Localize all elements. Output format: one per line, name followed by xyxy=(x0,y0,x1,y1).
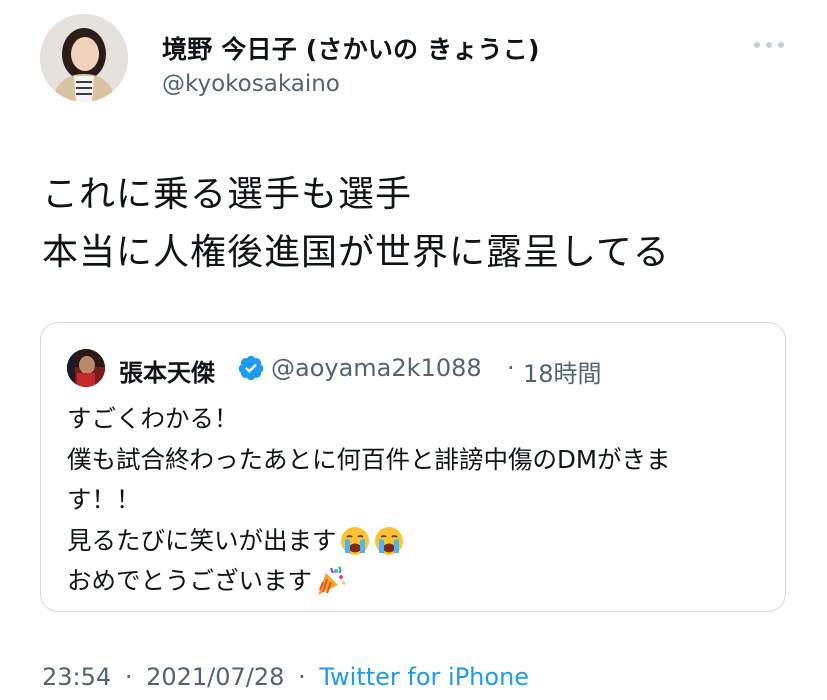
quoted-author-photo xyxy=(67,349,105,387)
quoted-line-text: す！！ xyxy=(67,485,141,514)
tweet-line: 本当に人権後進国が世界に露呈してる xyxy=(42,232,670,273)
quoted-line-text: すごくわかる！ xyxy=(67,404,239,433)
tweet-line: これに乗る選手も選手 xyxy=(42,174,413,215)
author-avatar[interactable] xyxy=(40,14,128,102)
quoted-line: す！！ xyxy=(67,480,671,521)
quoted-display-name[interactable]: 張本天傑 xyxy=(119,353,215,388)
party-popper-emoji xyxy=(318,566,346,596)
quoted-line-text: 見るたびに笑いが出ます xyxy=(67,525,337,555)
tweet-source-link[interactable]: Twitter for iPhone xyxy=(319,663,529,691)
quoted-handle[interactable]: @aoyama2k1088 xyxy=(271,354,482,382)
quoted-line-text: 僕も試合終わったあとに何百件と誹謗中傷のDMがきま xyxy=(67,444,671,474)
quoted-tweet-text: すごくわかる！ 僕も試合終わったあとに何百件と誹謗中傷のDMがきま す！！ 見る… xyxy=(67,399,671,602)
author-photo xyxy=(40,14,128,102)
quoted-timestamp[interactable]: 18時間 xyxy=(523,354,602,389)
tweet-time[interactable]: 23:54 xyxy=(42,663,111,691)
meta-separator: · xyxy=(507,354,515,382)
quoted-line: おめでとうございます xyxy=(67,561,671,602)
quoted-author-avatar[interactable] xyxy=(67,349,105,387)
quoted-tweet-card[interactable]: 張本天傑 @aoyama2k1088 · 18時間 すごくわかる！ 僕も試合終わ… xyxy=(40,322,786,612)
author-handle[interactable]: @kyokosakaino xyxy=(162,71,340,97)
quoted-line: 見るたびに笑いが出ます xyxy=(67,521,671,562)
footer-separator: · xyxy=(124,663,133,691)
author-display-name[interactable]: 境野 今日子 (さかいの きょうこ) xyxy=(162,30,540,66)
quoted-line-text: おめでとうございます xyxy=(67,566,312,595)
quoted-line: すごくわかる！ xyxy=(67,399,671,440)
verified-badge-icon xyxy=(238,355,264,381)
more-horizontal-icon[interactable] xyxy=(752,38,786,52)
footer-separator: · xyxy=(298,663,306,691)
tweet-date[interactable]: 2021/07/28 xyxy=(146,663,284,691)
crying-face-emoji xyxy=(374,526,403,555)
crying-face-emoji xyxy=(340,526,369,555)
tweet-footer: 23:54 · 2021/07/28 · Twitter for iPhone xyxy=(42,663,529,691)
quoted-line: 僕も試合終わったあとに何百件と誹謗中傷のDMがきま xyxy=(67,440,671,481)
tweet-text: これに乗る選手も選手 本当に人権後進国が世界に露呈してる xyxy=(42,166,670,282)
